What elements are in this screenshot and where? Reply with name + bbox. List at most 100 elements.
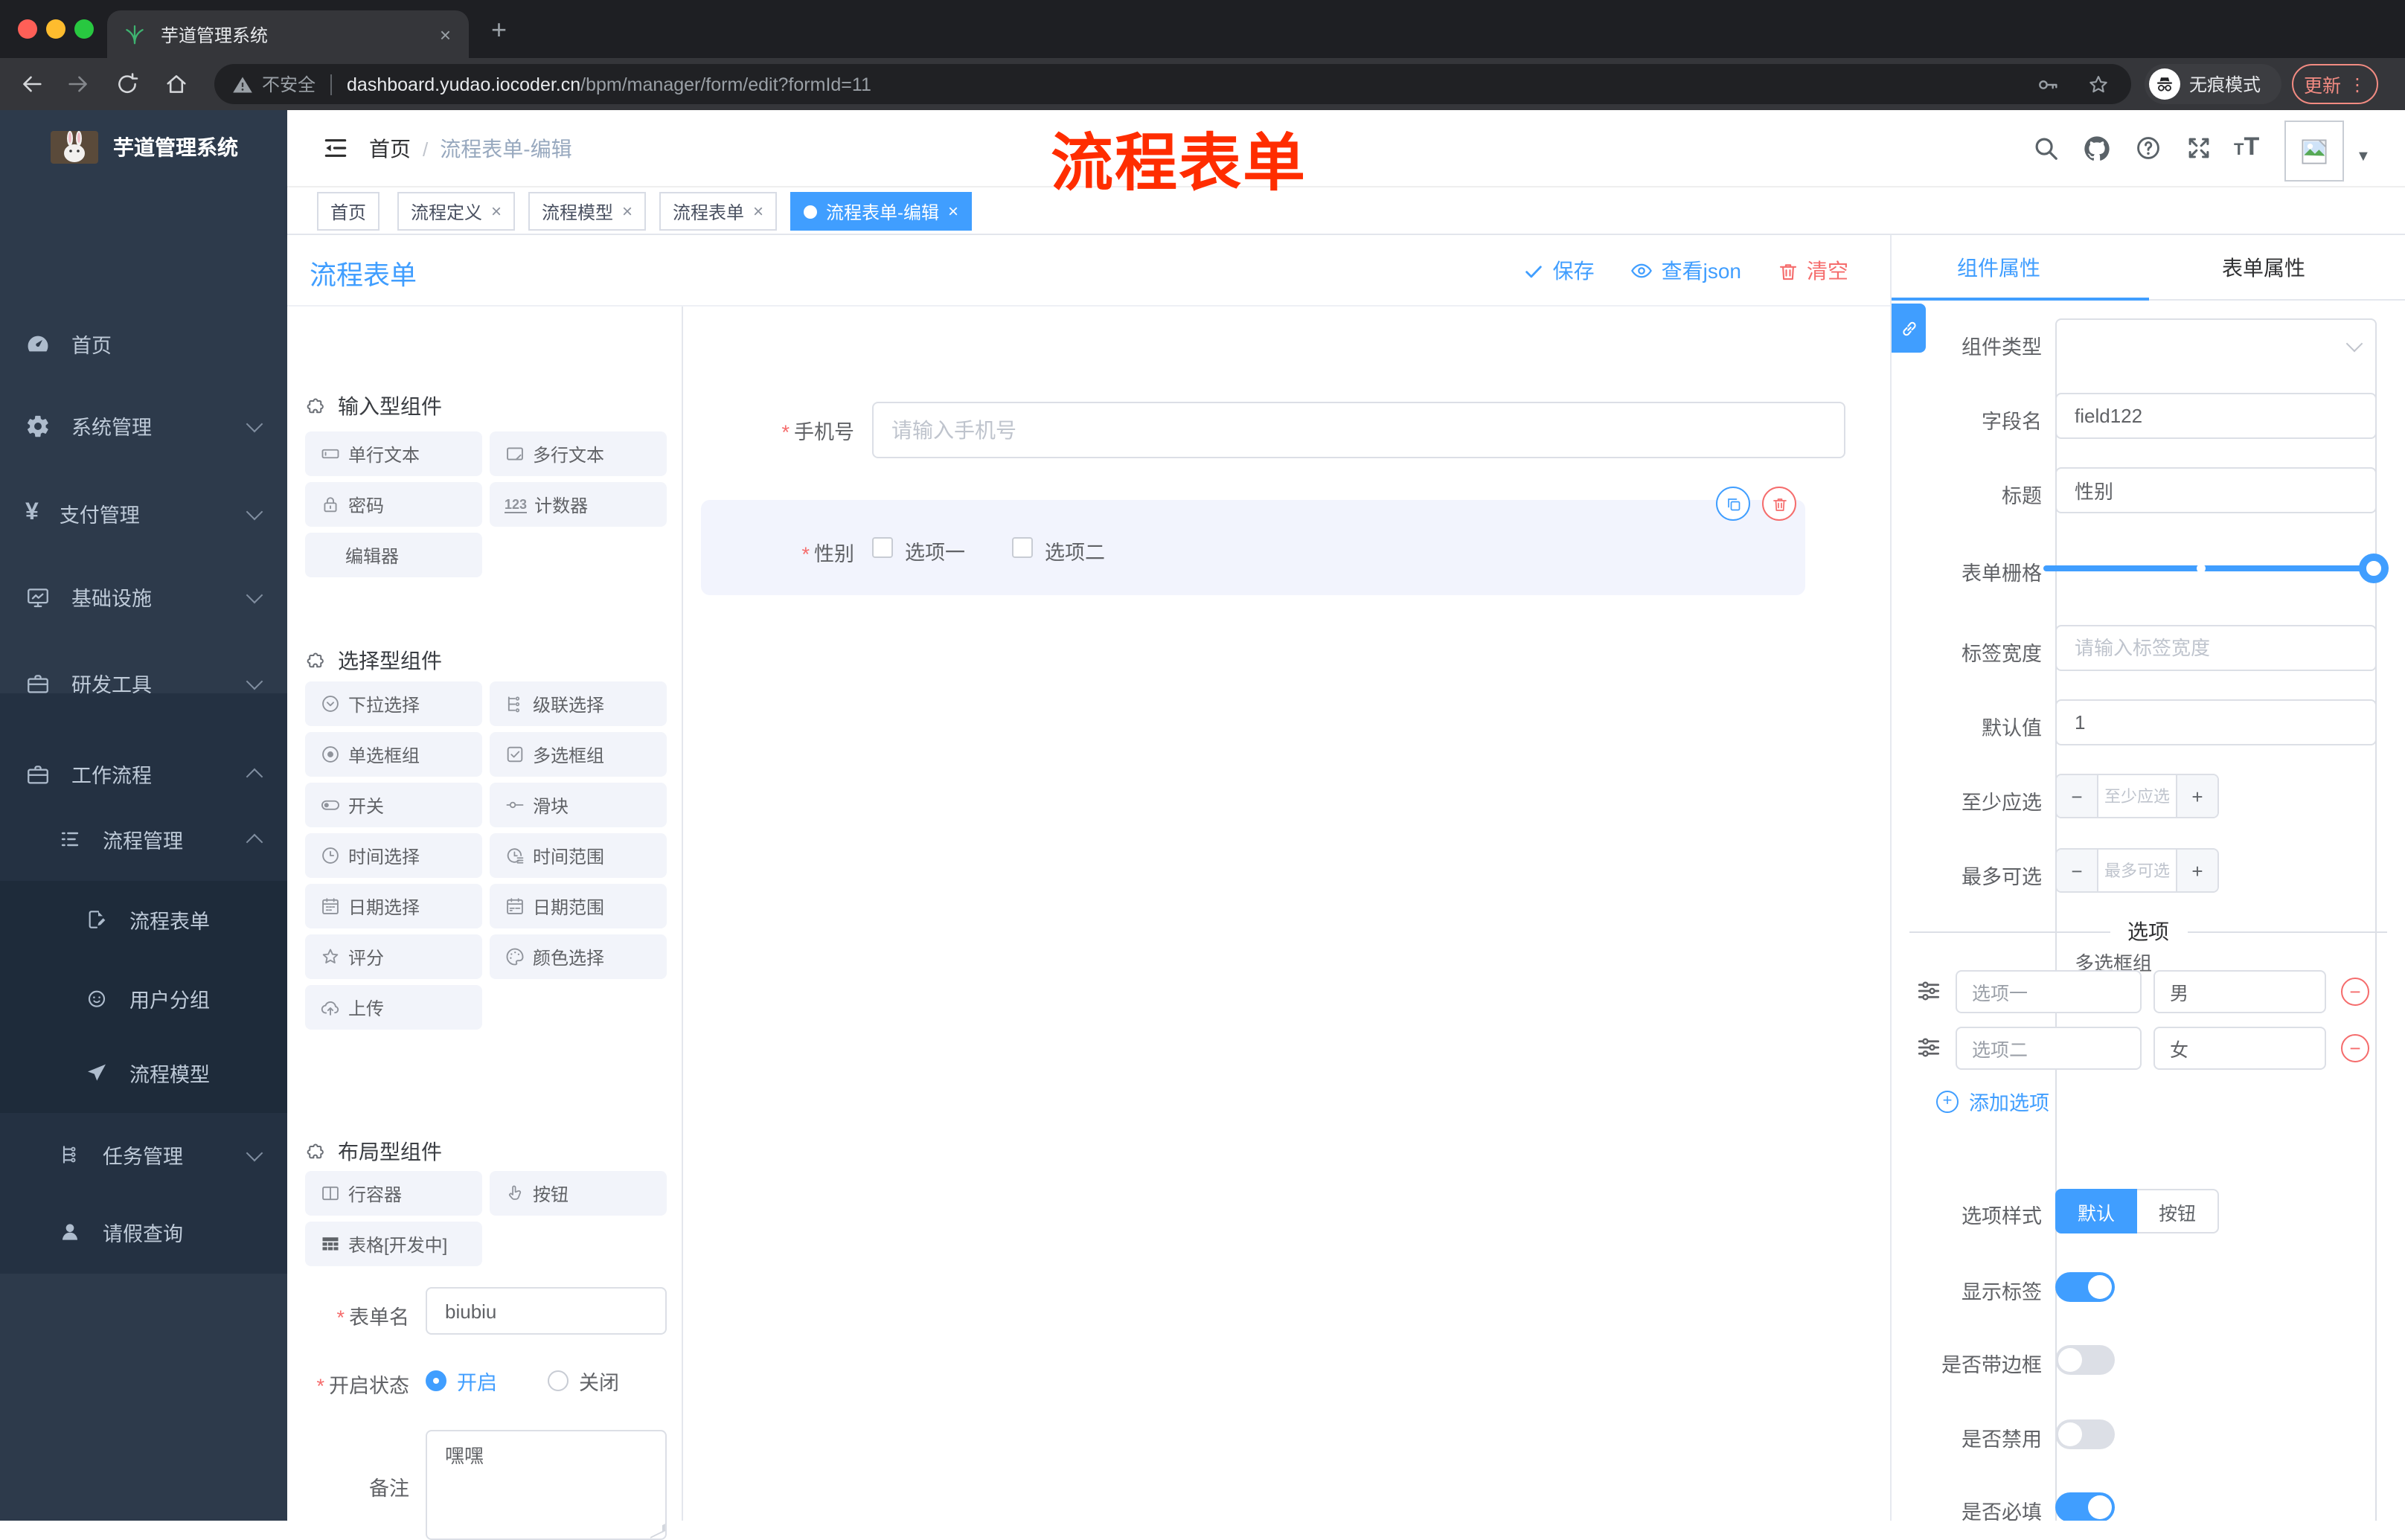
component-color-picker[interactable]: 颜色选择	[490, 934, 667, 979]
sidebar-item-process-form[interactable]: 流程表单	[0, 887, 287, 952]
traffic-minimize-button[interactable]	[46, 19, 65, 39]
sidebar-item-leave-query[interactable]: 请假查询	[0, 1199, 287, 1265]
component-dropdown[interactable]: 下拉选择	[305, 681, 482, 726]
new-tab-button[interactable]: +	[491, 16, 507, 43]
avatar[interactable]	[2284, 121, 2344, 182]
component-rate[interactable]: 评分	[305, 934, 482, 979]
component-upload[interactable]: 上传	[305, 985, 482, 1030]
duplicate-field-button[interactable]	[1716, 487, 1750, 521]
gender-option-2-label[interactable]: 选项二	[1045, 536, 1105, 565]
component-row-container[interactable]: 行容器	[305, 1171, 482, 1216]
sidebar-item-process-model[interactable]: 流程模型	[0, 1040, 287, 1106]
clear-button[interactable]: 清空	[1777, 256, 1848, 286]
tag-process-form[interactable]: 流程表单 ×	[659, 192, 778, 231]
font-size-icon[interactable]: TT	[2234, 132, 2259, 162]
sidebar-item-system[interactable]: 系统管理	[0, 393, 287, 458]
component-password[interactable]: 密码	[305, 482, 482, 527]
style-default-button[interactable]: 默认	[2055, 1189, 2137, 1233]
option1-label-input[interactable]	[1956, 970, 2142, 1013]
style-button-button[interactable]: 按钮	[2137, 1189, 2219, 1233]
gender-checkbox-1[interactable]	[872, 537, 893, 558]
github-icon[interactable]	[2082, 134, 2112, 164]
delete-field-button[interactable]	[1762, 487, 1796, 521]
disabled-toggle[interactable]	[2055, 1419, 2115, 1449]
tag-close-icon[interactable]: ×	[948, 201, 958, 222]
sidebar-item-infra[interactable]: 基础设施	[0, 564, 287, 629]
avatar-caret-icon[interactable]: ▼	[2356, 149, 2371, 165]
required-toggle[interactable]	[2055, 1492, 2115, 1521]
option2-label-input[interactable]	[1956, 1027, 2142, 1070]
password-key-icon[interactable]	[2036, 72, 2060, 96]
tab-form-props[interactable]: 表单属性	[2222, 253, 2305, 283]
traffic-zoom-button[interactable]	[74, 19, 94, 39]
remove-option1-button[interactable]: −	[2341, 978, 2369, 1006]
traffic-close-button[interactable]	[18, 19, 37, 39]
gender-checkbox-2[interactable]	[1012, 537, 1033, 558]
default-value-input[interactable]	[2055, 699, 2377, 745]
sidebar-logo[interactable]: 芋道管理系统	[0, 110, 287, 185]
component-time-range[interactable]: 时间范围	[490, 833, 667, 878]
component-cascader[interactable]: 级联选择	[490, 681, 667, 726]
component-switch[interactable]: 开关	[305, 783, 482, 827]
field-name-input[interactable]	[2055, 393, 2377, 439]
bookmark-star-icon[interactable]	[2087, 72, 2110, 96]
sidebar-item-dev[interactable]: 研发工具	[0, 650, 287, 716]
tab-component-props[interactable]: 组件属性	[1957, 253, 2040, 283]
tag-close-icon[interactable]: ×	[622, 201, 633, 222]
status-radio-off[interactable]: 关闭	[548, 1366, 619, 1396]
form-name-input[interactable]	[426, 1287, 667, 1335]
browser-tab[interactable]: 芋道管理系统 ×	[107, 10, 469, 58]
browser-menu-dots-icon[interactable]: ⋮	[2348, 74, 2366, 94]
help-question-icon[interactable]	[2134, 134, 2162, 162]
component-date-range[interactable]: 日期范围	[490, 884, 667, 928]
tag-process-definition[interactable]: 流程定义 ×	[397, 192, 516, 231]
component-radio-group[interactable]: 单选框组	[305, 732, 482, 777]
component-editor[interactable]: 编辑器	[305, 533, 482, 577]
stepper-minus-button[interactable]: −	[2057, 775, 2098, 817]
component-slider[interactable]: 滑块	[490, 783, 667, 827]
back-icon[interactable]	[19, 71, 45, 97]
sidebar-item-task-mgmt[interactable]: 任务管理	[0, 1122, 287, 1187]
search-icon[interactable]	[2031, 134, 2060, 162]
phone-input[interactable]	[872, 402, 1845, 458]
view-json-button[interactable]: 查看json	[1630, 256, 1741, 286]
sidebar-item-pay[interactable]: ¥ 支付管理	[0, 481, 287, 546]
fullscreen-icon[interactable]	[2185, 134, 2213, 162]
component-button[interactable]: 按钮	[490, 1171, 667, 1216]
min-select-placeholder[interactable]: 至少应选	[2098, 775, 2176, 817]
show-label-toggle[interactable]	[2055, 1272, 2115, 1302]
selected-gender-field[interactable]: 性别 选项一 选项二	[701, 500, 1805, 595]
remark-textarea[interactable]: 嘿嘿	[426, 1430, 667, 1540]
title-input[interactable]	[2055, 467, 2377, 513]
border-toggle[interactable]	[2055, 1345, 2115, 1375]
tag-process-form-edit[interactable]: 流程表单-编辑 ×	[790, 192, 973, 231]
home-icon[interactable]	[164, 71, 189, 97]
component-time-picker[interactable]: 时间选择	[305, 833, 482, 878]
gender-option-1-label[interactable]: 选项一	[905, 536, 965, 565]
label-width-input[interactable]	[2055, 625, 2377, 671]
option1-value-input[interactable]	[2153, 970, 2326, 1013]
component-counter[interactable]: 123 计数器	[490, 482, 667, 527]
slider-handle[interactable]	[2359, 554, 2389, 583]
forward-icon[interactable]	[65, 71, 91, 97]
component-date-picker[interactable]: 日期选择	[305, 884, 482, 928]
stepper-minus-button[interactable]: −	[2057, 850, 2098, 891]
tag-close-icon[interactable]: ×	[753, 201, 763, 222]
add-option-button[interactable]: + 添加选项	[1936, 1086, 2049, 1116]
security-label[interactable]: 不安全	[262, 71, 316, 97]
component-checkbox-group[interactable]: 多选框组	[490, 732, 667, 777]
tag-process-model[interactable]: 流程模型 ×	[528, 192, 647, 231]
browser-update-button[interactable]: 更新 ⋮	[2292, 64, 2378, 104]
stepper-plus-button[interactable]: +	[2176, 775, 2217, 817]
stepper-plus-button[interactable]: +	[2176, 850, 2217, 891]
sidebar-item-workflow[interactable]: 工作流程	[0, 741, 287, 806]
drag-handle-icon[interactable]	[1915, 1034, 1942, 1061]
save-button[interactable]: 保存	[1523, 256, 1595, 286]
component-table[interactable]: 表格[开发中]	[305, 1222, 482, 1266]
sidebar-collapse-icon[interactable]	[321, 134, 350, 162]
sidebar-item-process-mgmt[interactable]: 流程管理	[0, 806, 287, 872]
status-radio-on[interactable]: 开启	[426, 1366, 497, 1396]
component-multi-text[interactable]: 多行文本	[490, 431, 667, 476]
sidebar-item-user-group[interactable]: 用户分组	[0, 966, 287, 1031]
address-bar[interactable]: 不安全 dashboard.yudao.iocoder.cn/bpm/manag…	[214, 64, 2131, 104]
